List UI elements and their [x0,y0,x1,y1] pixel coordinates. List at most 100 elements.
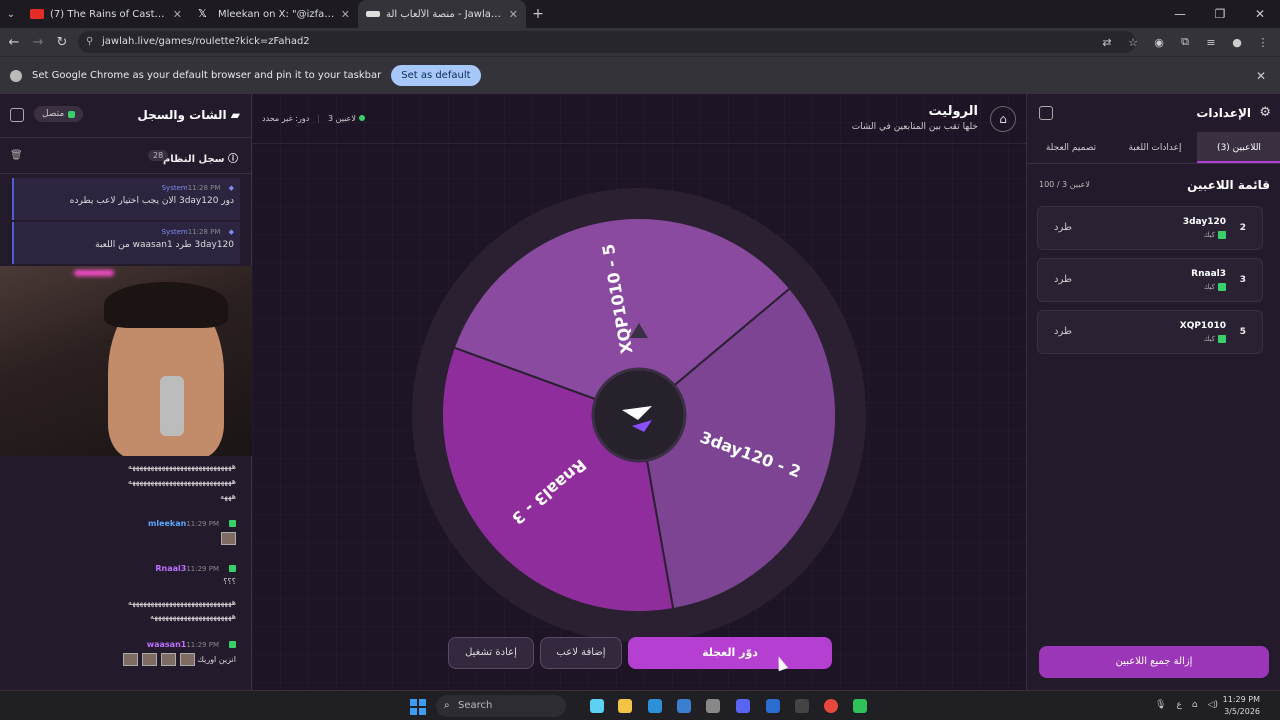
kick-icon [1218,283,1226,291]
youtube-icon [30,9,44,19]
info-icon: ⓘ [224,154,238,165]
system-log-header: ⓘ سجل النظام 28 🗑 [0,138,252,174]
roulette-header: ⌂ الروليت خلها تقب بين المتابعين في الشا… [252,94,1026,144]
toolbar-icons: ⇄ ☆ ◉ ⧉ ≡ ● ⋮ [1096,28,1274,56]
player-platform: كيك [1204,335,1226,343]
panel-collapse-icon[interactable] [1039,106,1053,120]
language-indicator[interactable]: ع [1176,700,1181,710]
terminal-icon[interactable] [795,699,809,713]
discord-icon[interactable] [736,699,750,713]
settings-header: ⚙ الإعدادات [1027,94,1280,132]
file-explorer-icon[interactable] [618,699,632,713]
chat-log-panel: ▰ الشات والسجل متصل ⓘ سجل النظام 28 🗑 ◆ … [0,94,270,690]
close-icon[interactable]: ✕ [173,8,182,21]
spin-wheel-button[interactable]: دوّر العجلة [628,637,832,669]
player-card: 3 Rnaal3 كيك طرد [1037,258,1263,302]
url-input[interactable]: ⚲ jawlah.live/games/roulette?kick=zFahad… [78,31,1136,53]
close-icon[interactable]: ✕ [341,8,350,21]
unity-icon[interactable] [706,699,720,713]
taskbar-clock[interactable]: 11:29 PM 3/5/2026 [1223,694,1260,718]
tab-players[interactable]: اللاعبين (3) [1197,132,1280,163]
settings-panel: ⚙ الإعدادات اللاعبين (3) إعدادات اللعبة … [1026,94,1280,690]
kick-icon [1218,231,1226,239]
browser-tab-jawlah[interactable]: منصة الألعاب الة - Jawlah | جولة ✕ [358,0,526,28]
tab-game-settings[interactable]: إعدادات اللعبة [1113,132,1197,163]
store-icon[interactable] [677,699,691,713]
extension-icon[interactable]: ◉ [1148,36,1170,49]
player-card: 5 XQP1010 كيك طرد [1037,310,1263,354]
chat-message: ههههههههههههههههههههههههههههه [127,598,236,607]
kick-badge-icon [229,565,236,572]
infobar-close-icon[interactable]: ✕ [1256,69,1266,83]
browser-tab-x[interactable]: 𝕏 Mleekan on X: "@izfahad2 شعبك ✕ [190,0,358,28]
kick-player-button[interactable]: طرد [1054,326,1072,337]
online-status-badge: متصل [34,106,84,122]
chat-panel-title: ▰ الشات والسجل [137,108,240,122]
system-log-title: ⓘ سجل النظام [162,154,238,165]
minimize-icon[interactable]: — [1160,7,1200,21]
profile-avatar[interactable]: ● [1226,36,1248,49]
volume-icon[interactable]: ◁) [1208,700,1218,710]
search-icon: ⌕ [444,700,450,711]
players-count-label: 3 لاعبين [328,114,365,123]
edge-icon[interactable] [648,699,662,713]
translate-icon[interactable]: ⇄ [1096,36,1118,49]
remove-all-players-button[interactable]: إزالة جميع اللاعبين [1039,646,1269,678]
copilot-icon[interactable] [590,699,604,713]
kick-status-icon [68,110,76,118]
chat-message: هههه [220,492,236,501]
maximize-icon[interactable]: ❐ [1200,7,1240,21]
bookmark-star-icon[interactable]: ☆ [1122,36,1144,49]
home-button[interactable]: ⌂ [990,106,1016,132]
game-title: الروليت [928,104,978,119]
add-player-button[interactable]: إضافة لاعب [540,637,622,669]
close-icon[interactable]: ✕ [509,8,518,21]
streamer-webcam-overlay [0,266,270,456]
kick-player-button[interactable]: طرد [1054,222,1072,233]
player-card: 2 3day120 كيك طرد [1037,206,1263,250]
system-icon: ◆ [226,184,234,192]
settings-tabs: اللاعبين (3) إعدادات اللعبة تصميم العجلة [1027,132,1280,164]
tab-wheel-design[interactable]: تصميم العجلة [1029,132,1113,163]
app-icon[interactable] [766,699,780,713]
chat-message: mleekan11:29 PM [0,519,252,545]
jawlah-favicon-icon [366,11,380,17]
taskbar-search[interactable]: ⌕ Search [436,695,566,717]
site-info-icon[interactable]: ⚲ [86,31,93,53]
player-name: 3day120 [1182,217,1226,227]
reload-icon[interactable]: ↻ [50,35,74,50]
chrome-icon[interactable] [824,699,838,713]
player-number: 2 [1239,223,1246,233]
trash-icon[interactable]: 🗑 [10,150,23,161]
player-number: 3 [1239,275,1246,285]
browser-tab-youtube[interactable]: (7) The Rains of Castamere [Re ✕ [22,0,190,28]
roulette-wheel[interactable]: XQP1010 - 53day120 - 2Rnaal3 - 3 [412,188,866,642]
tab-list-chevron-icon[interactable]: ⌄ [0,9,22,20]
kick-player-button[interactable]: طرد [1054,274,1072,285]
new-tab-button[interactable]: + [526,6,550,22]
kick-icon [1218,335,1226,343]
windows-taskbar: ⌕ Search 🎙 ع ⌂ ◁) 11:29 PM 3/5/2026 [0,690,1280,720]
restart-button[interactable]: إعادة تشغيل [448,637,534,669]
player-platform: كيك [1204,231,1226,239]
kebab-menu-icon[interactable]: ⋮ [1252,36,1274,49]
kick-app-icon[interactable] [853,699,867,713]
microphone-icon[interactable]: 🎙 [1155,700,1166,710]
network-icon[interactable]: ⌂ [1192,700,1198,710]
forward-arrow-icon[interactable]: → [26,35,50,50]
emote-image [179,653,195,666]
window-controls: — ❐ ✕ [1160,0,1280,28]
live-dot-icon [358,115,365,121]
chat-message: ههههههههههههههههههههههههههههه [127,477,236,486]
address-toolbar: ← → ↻ ⚲ jawlah.live/games/roulette?kick=… [0,28,1280,56]
emote-image [122,653,138,666]
game-subtitle: خلها تقب بين المتابعين في الشات [851,122,978,132]
windows-start-icon[interactable] [410,699,426,715]
close-window-icon[interactable]: ✕ [1240,7,1280,21]
extensions-puzzle-icon[interactable]: ⧉ [1174,35,1196,49]
set-as-default-button[interactable]: Set as default [391,65,481,86]
reading-list-icon[interactable]: ≡ [1200,36,1222,49]
panel-toggle-icon[interactable] [10,108,24,122]
back-arrow-icon[interactable]: ← [2,35,26,50]
emote-image [141,653,157,666]
